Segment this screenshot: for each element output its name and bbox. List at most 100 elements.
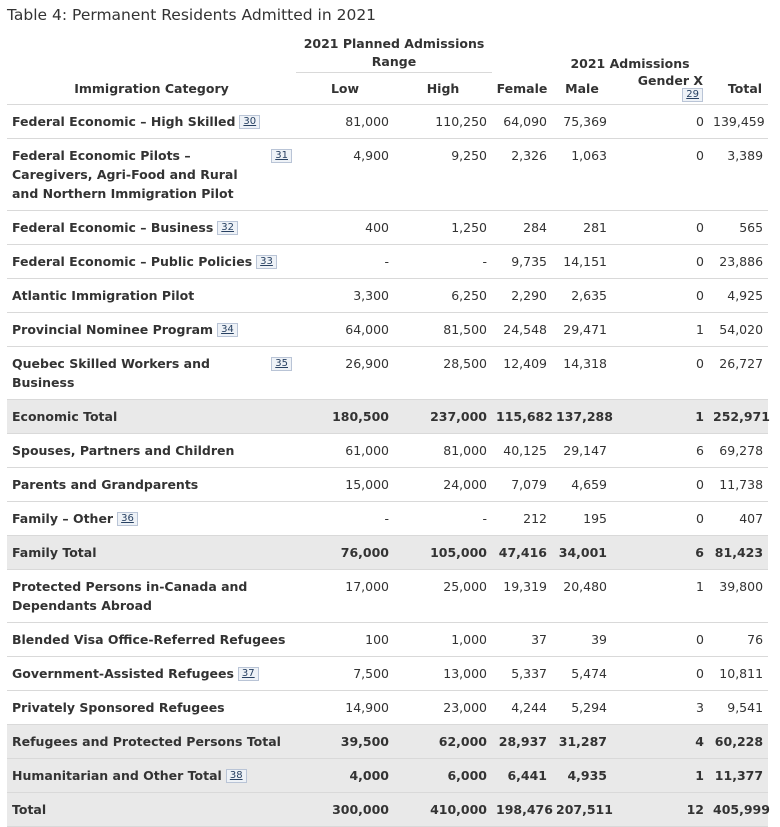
category-label: Spouses, Partners and Children (12, 442, 235, 458)
low-cell: 100 (296, 622, 394, 657)
category-label: Atlantic Immigration Pilot (12, 287, 195, 303)
total-cell: 39,800 (709, 569, 769, 623)
male-cell: 2,635 (552, 278, 612, 313)
category-label: Privately Sponsored Refugees (12, 699, 225, 715)
male-cell: 195 (552, 501, 612, 536)
header-planned-line1: 2021 Planned Admissions (303, 36, 485, 51)
footnote-link[interactable]: 37 (237, 666, 259, 681)
footnote-link[interactable]: 36 (117, 511, 138, 526)
total-cell: 26,727 (709, 346, 769, 400)
footnote-link[interactable]: 32 (217, 220, 239, 235)
footnote-link[interactable]: 29 (682, 87, 703, 102)
female-cell: 9,735 (492, 244, 552, 279)
footnote-link[interactable]: 34 (217, 322, 238, 337)
high-cell: 1,000 (394, 622, 492, 657)
header-female: Female (492, 72, 552, 105)
high-cell: 9,250 (394, 138, 492, 211)
gender-x-cell: 0 (612, 278, 709, 313)
female-cell: 7,079 (492, 467, 552, 502)
table-row: Blended Visa Office-Referred Refugees 100… (7, 622, 769, 657)
table-row: Federal Economic – Public Policies 33- -9,… (7, 244, 769, 279)
gender-x-cell: 4 (612, 724, 709, 759)
total-row: Economic Total 180,500 237,000 115,682 137,2… (7, 399, 770, 434)
footnote-link[interactable]: 35 (271, 356, 292, 371)
total-cell: 405,999 (709, 792, 770, 827)
high-cell: 62,000 (394, 724, 492, 759)
gender-x-cell: 0 (612, 622, 709, 657)
footnote-link[interactable]: 30 (239, 114, 261, 129)
male-cell: 281 (552, 210, 612, 245)
category-cell: Federal Economic Pilots – Caregivers, Ag… (7, 138, 296, 211)
gender-x-cell: 6 (612, 433, 709, 468)
low-cell: 64,000 (296, 312, 394, 347)
high-cell: 81,500 (394, 312, 492, 347)
total-row: Family Total 76,000 105,000 47,416 34,001 6 81… (7, 535, 769, 570)
table-row: Government-Assisted Refugees 37 7,500 13,00… (7, 656, 769, 691)
table-row: Federal Economic – High Skilled 30 81,000 1… (7, 104, 769, 139)
male-cell: 14,151 (552, 244, 612, 279)
total-cell: 9,541 (709, 690, 769, 725)
low-cell: 180,500 (296, 399, 394, 434)
low-cell: 17,000 (296, 569, 394, 623)
male-cell: 1,063 (552, 138, 612, 211)
low-cell: 39,500 (296, 724, 394, 759)
high-cell: 24,000 (394, 467, 492, 502)
category-label: Family Total (12, 544, 97, 560)
male-cell: 29,471 (552, 312, 612, 347)
category-cell: Atlantic Immigration Pilot (7, 278, 296, 313)
male-cell: 75,369 (552, 104, 612, 139)
female-cell: 5,337 (492, 656, 552, 691)
gender-x-cell: 0 (612, 501, 709, 536)
category-cell: Government-Assisted Refugees 37 (7, 656, 296, 691)
table-row: Federal Economic Pilots – Caregivers, Ag… (7, 138, 769, 211)
low-cell: 7,500 (296, 656, 394, 691)
table-row: Atlantic Immigration Pilot 3,300 6,250 2,29… (7, 278, 769, 313)
female-cell: 6,441 (492, 758, 552, 793)
high-cell: 28,500 (394, 346, 492, 400)
header-high: High (394, 72, 492, 105)
table-row: Provincial Nominee Program 34 64,000 81,500… (7, 312, 769, 347)
low-cell: 81,000 (296, 104, 394, 139)
footnote-link[interactable]: 38 (225, 768, 247, 783)
gender-x-cell: 0 (612, 346, 709, 400)
category-label: Economic Total (12, 408, 118, 424)
female-cell: 19,319 (492, 569, 552, 623)
category-label: Refugees and Protected Persons Total (12, 733, 281, 749)
gender-x-cell: 1 (612, 399, 709, 434)
female-cell: 47,416 (492, 535, 552, 570)
female-cell: 212 (492, 501, 552, 536)
footnote-link[interactable]: 33 (256, 254, 277, 269)
header-spacer (7, 34, 296, 73)
category-label: Government-Assisted Refugees (12, 665, 234, 681)
header-low: Low (296, 72, 394, 105)
category-label: Humanitarian and Other Total (12, 767, 222, 783)
total-cell: 54,020 (709, 312, 769, 347)
female-cell: 198,476 (492, 792, 553, 827)
category-cell: Federal Economic – High Skilled 30 (7, 104, 296, 139)
total-cell: 60,228 (709, 724, 769, 759)
gender-x-cell: 0 (612, 656, 709, 691)
category-cell: Parents and Grandparents (7, 467, 296, 502)
low-cell: 4,900 (296, 138, 394, 211)
total-cell: 4,925 (709, 278, 769, 313)
male-cell: 29,147 (552, 433, 612, 468)
table-row: Quebec Skilled Workers and Business 35 26,… (7, 346, 769, 400)
gender-x-cell: 0 (612, 244, 709, 279)
category-label: Federal Economic Pilots – Caregivers, Ag… (12, 147, 238, 201)
category-label: Blended Visa Office-Referred Refugees (12, 631, 286, 647)
category-cell: Total (7, 792, 296, 827)
total-cell: 69,278 (709, 433, 769, 468)
header-planned-line2: Range (371, 54, 417, 69)
gender-x-cell: 1 (612, 758, 709, 793)
female-cell: 115,682 (492, 399, 553, 434)
male-cell: 4,935 (552, 758, 612, 793)
footnote-link[interactable]: 31 (271, 148, 292, 163)
male-cell: 34,001 (552, 535, 612, 570)
header-immigration-category: Immigration Category (7, 72, 296, 105)
table-row: Privately Sponsored Refugees 14,900 23,000… (7, 690, 769, 725)
table-row: Protected Persons in-Canada and Dependan… (7, 569, 769, 623)
male-cell: 5,474 (552, 656, 612, 691)
total-cell: 81,423 (709, 535, 769, 570)
high-cell: 25,000 (394, 569, 492, 623)
total-cell: 3,389 (709, 138, 769, 211)
